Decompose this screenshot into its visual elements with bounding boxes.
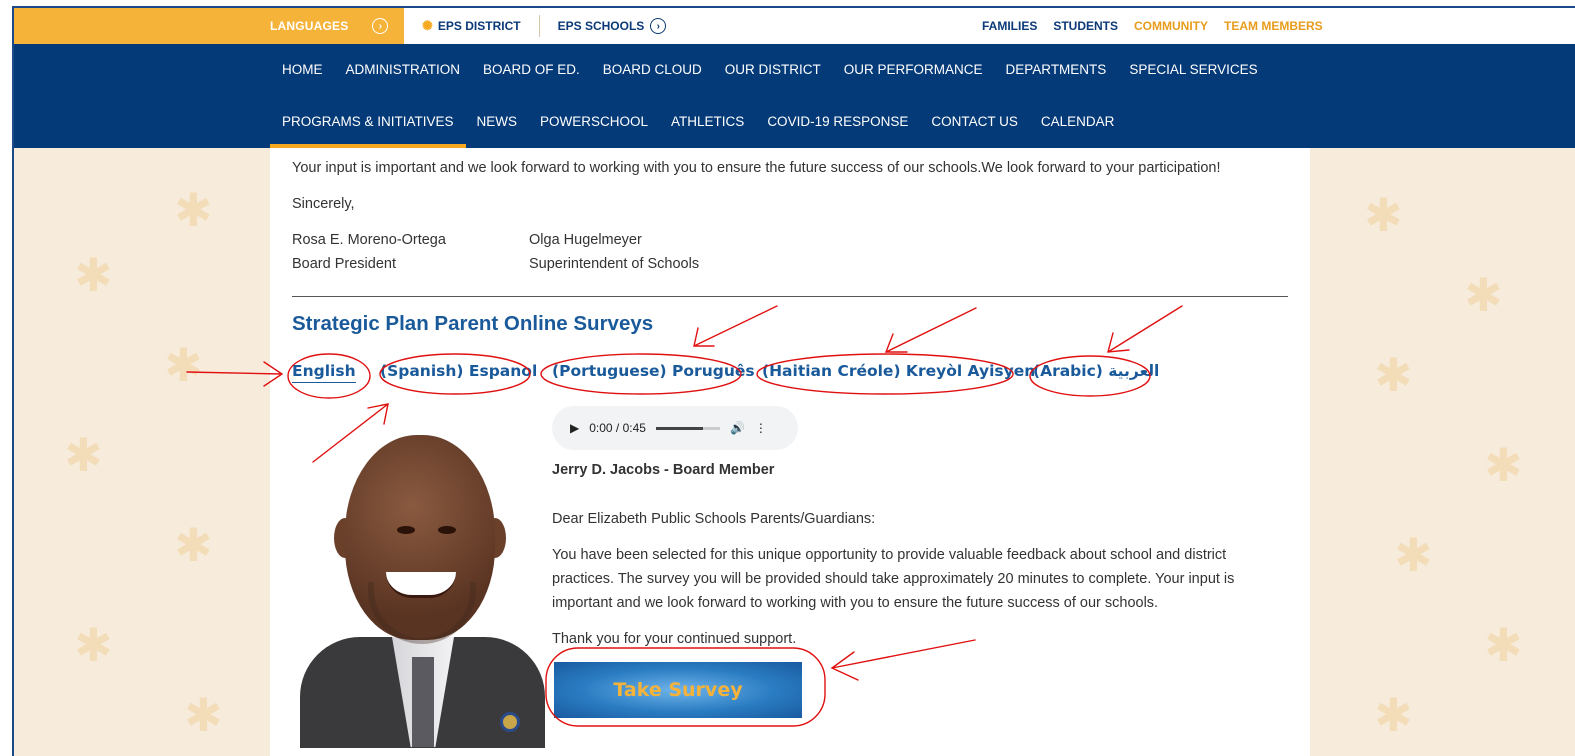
photo-lapel-pin bbox=[500, 712, 520, 732]
main-navigation: HOME ADMINISTRATION BOARD OF ED. BOARD C… bbox=[14, 44, 1575, 148]
survey-link-arabic[interactable]: (Arabic) العربية bbox=[1033, 362, 1159, 380]
message-body: You have been selected for this unique o… bbox=[552, 547, 1235, 611]
eps-schools-link[interactable]: EPS SCHOOLS › bbox=[558, 18, 667, 34]
nav-board-cloud[interactable]: BOARD CLOUD bbox=[603, 53, 702, 87]
nav-our-district[interactable]: OUR DISTRICT bbox=[725, 53, 821, 87]
sincerely-text: Sincerely, bbox=[292, 196, 355, 212]
board-member-photo bbox=[300, 432, 545, 748]
letter-closing-text: Your input is important and we look forw… bbox=[292, 160, 1221, 176]
nav-row-2: PROGRAMS & INITIATIVES NEWS POWERSCHOOL … bbox=[270, 105, 1137, 148]
nav-covid-response[interactable]: COVID-19 RESPONSE bbox=[767, 105, 908, 139]
team-members-link[interactable]: TEAM MEMBERS bbox=[1224, 19, 1323, 33]
volume-icon[interactable]: 🔊 bbox=[730, 421, 745, 435]
photo-eye bbox=[438, 526, 456, 534]
chevron-right-icon: › bbox=[372, 18, 389, 34]
nav-board-of-ed[interactable]: BOARD OF ED. bbox=[483, 53, 580, 87]
browser-viewport: ✱ ✱ ✱ ✱ ✱ ✱ ✱ ✱ ✱ ✱ ✱ ✱ ✱ ✱ LANGUAGES › ✺ EPS DIS… bbox=[12, 6, 1575, 756]
languages-label: LANGUAGES bbox=[270, 19, 349, 33]
nav-our-performance[interactable]: OUR PERFORMANCE bbox=[844, 53, 983, 87]
photo-eye bbox=[397, 526, 415, 534]
photo-tie bbox=[412, 657, 434, 747]
nav-calendar[interactable]: CALENDAR bbox=[1041, 105, 1115, 139]
nav-programs-initiatives[interactable]: PROGRAMS & INITIATIVES bbox=[270, 105, 466, 148]
nav-news[interactable]: NEWS bbox=[477, 105, 518, 139]
utility-bar: LANGUAGES › ✺ EPS DISTRICT EPS SCHOOLS ›… bbox=[14, 8, 1575, 44]
speaker-name: Jerry D. Jacobs - Board Member bbox=[552, 462, 775, 478]
thanks-text: Thank you for your continued support. bbox=[552, 631, 797, 647]
nav-departments[interactable]: DEPARTMENTS bbox=[1006, 53, 1107, 87]
survey-link-haitian-creole[interactable]: (Haitian Créole) Kreyòl Ayisyen bbox=[762, 362, 1035, 380]
audience-links: FAMILIES STUDENTS COMMUNITY TEAM MEMBERS bbox=[982, 8, 1323, 44]
eps-district-label: EPS DISTRICT bbox=[437, 19, 521, 33]
nav-row-1: HOME ADMINISTRATION BOARD OF ED. BOARD C… bbox=[282, 53, 1281, 87]
divider bbox=[538, 15, 540, 37]
audio-player[interactable]: ▶ 0:00 / 0:45 🔊 ⋮ bbox=[552, 406, 798, 450]
take-survey-button[interactable]: Take Survey bbox=[554, 662, 802, 718]
nav-special-services[interactable]: SPECIAL SERVICES bbox=[1129, 53, 1257, 87]
community-link[interactable]: COMMUNITY bbox=[1134, 19, 1208, 33]
main-content: Your input is important and we look forw… bbox=[270, 148, 1310, 756]
languages-selector[interactable]: LANGUAGES › bbox=[14, 8, 404, 44]
nav-athletics[interactable]: ATHLETICS bbox=[671, 105, 744, 139]
eps-schools-label: EPS SCHOOLS bbox=[557, 19, 645, 33]
signer1-title: Board President bbox=[292, 256, 396, 272]
signer1-name: Rosa E. Moreno-Ortega bbox=[292, 232, 446, 248]
audio-time: 0:00 / 0:45 bbox=[589, 421, 646, 435]
more-options-icon[interactable]: ⋮ bbox=[755, 421, 767, 435]
nav-administration[interactable]: ADMINISTRATION bbox=[346, 53, 461, 87]
sun-logo-icon: ✺ bbox=[422, 18, 433, 33]
survey-link-portuguese[interactable]: (Portuguese) Poruguês bbox=[552, 362, 755, 380]
students-link[interactable]: STUDENTS bbox=[1053, 19, 1118, 33]
play-icon[interactable]: ▶ bbox=[570, 421, 579, 435]
families-link[interactable]: FAMILIES bbox=[982, 19, 1037, 33]
nav-home[interactable]: HOME bbox=[282, 53, 323, 87]
survey-link-english[interactable]: English bbox=[292, 362, 356, 383]
audio-progress-bar[interactable] bbox=[655, 426, 720, 430]
survey-link-spanish[interactable]: (Spanish) Espanol bbox=[380, 362, 537, 380]
eps-district-link[interactable]: ✺ EPS DISTRICT bbox=[422, 18, 521, 34]
nav-powerschool[interactable]: POWERSCHOOL bbox=[540, 105, 648, 139]
chevron-right-icon: › bbox=[650, 18, 667, 34]
section-divider bbox=[292, 296, 1288, 297]
audio-progress-fill bbox=[655, 426, 704, 430]
signer2-name: Olga Hugelmeyer bbox=[529, 232, 642, 248]
surveys-heading: Strategic Plan Parent Online Surveys bbox=[292, 312, 654, 335]
nav-contact-us[interactable]: CONTACT US bbox=[931, 105, 1018, 139]
greeting-text: Dear Elizabeth Public Schools Parents/Gu… bbox=[552, 511, 876, 527]
signer2-title: Superintendent of Schools bbox=[529, 256, 700, 272]
